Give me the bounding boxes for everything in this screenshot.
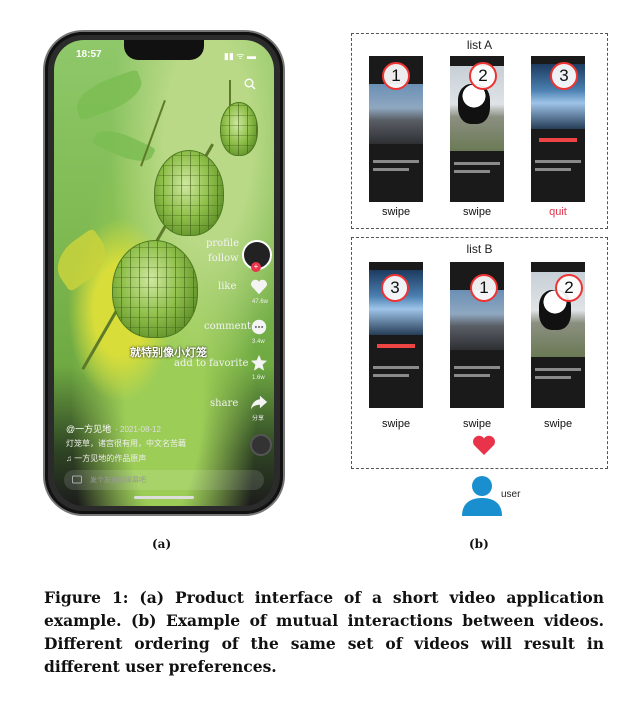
heart-icon[interactable] (250, 278, 268, 296)
share-label: share (210, 398, 239, 409)
text-line (454, 170, 490, 173)
action-label: swipe (381, 418, 411, 430)
video-description: 灯笼草，诸宫很有用，中文名苦蘵 (66, 439, 186, 448)
motorcycle-image (369, 84, 423, 144)
text-line (535, 376, 571, 379)
status-icons: ▮▮ ᯤ ▬ (223, 51, 256, 61)
music-line[interactable]: ♫ 一方见地的作品原声 (66, 453, 146, 464)
video-number: 1 (470, 274, 498, 302)
profile-label: profile (206, 238, 239, 249)
star-icon[interactable] (250, 354, 268, 372)
video-thumbnail[interactable]: 2 (531, 262, 585, 408)
share-count: 分享 (252, 416, 265, 422)
leaf (54, 227, 116, 293)
list-a-title: list A (466, 38, 493, 52)
text-line (454, 374, 490, 377)
phone-mockup: 18:57 ▮▮ ᯤ ▬ profile follow + like 47.6w… (45, 32, 283, 514)
figure-caption: Figure 1: (a) Product interface of a sho… (44, 588, 604, 676)
text-line (535, 368, 581, 371)
title-bar (539, 138, 577, 142)
video-thumbnail[interactable]: 1 (369, 56, 423, 202)
video-thumbnail[interactable]: 3 (531, 56, 585, 202)
video-thumbnail[interactable]: 3 (369, 262, 423, 408)
home-indicator (134, 496, 194, 499)
danmaku-icon (72, 475, 82, 484)
comment-count: 3.4w (252, 339, 265, 345)
comment-placeholder: 发个友善的弹幕吧 (90, 477, 146, 484)
text-line (373, 160, 419, 163)
action-label: swipe (543, 418, 573, 430)
panel-label-b: (b) (469, 537, 489, 551)
video-thumbnail[interactable]: 2 (450, 56, 504, 202)
action-label: swipe (462, 418, 492, 430)
panda (458, 84, 490, 124)
title-bar (377, 344, 415, 348)
share-icon[interactable] (250, 393, 268, 411)
lantern-fruit (112, 240, 198, 338)
comment-icon[interactable] (250, 318, 268, 336)
user-label: user (501, 489, 521, 500)
video-subtitle: 就特别像小灯笼 (130, 347, 207, 359)
text-line (454, 162, 500, 165)
phone-screen: 18:57 ▮▮ ᯤ ▬ profile follow + like 47.6w… (54, 40, 274, 506)
video-number: 3 (550, 62, 578, 90)
video-number: 3 (381, 274, 409, 302)
video-number: 2 (469, 62, 497, 90)
text-line (373, 374, 409, 377)
phone-notch (124, 40, 204, 60)
video-number: 2 (555, 274, 583, 302)
text-line (373, 168, 409, 171)
poster-name[interactable]: @一方见地 (66, 424, 111, 434)
text-line (373, 366, 419, 369)
action-label: swipe (381, 206, 411, 218)
poster-line[interactable]: @一方见地 · 2021-08-12 (66, 422, 161, 435)
video-number: 1 (382, 62, 410, 90)
lantern-fruit (154, 150, 224, 236)
action-label: quit (549, 206, 567, 218)
video-thumbnail[interactable]: 1 (450, 262, 504, 408)
user-icon (462, 476, 502, 516)
panel-label-a: (a) (152, 537, 172, 551)
list-b-title: list B (466, 242, 493, 256)
leaf (70, 68, 148, 122)
comment-input[interactable]: 发个友善的弹幕吧 (64, 470, 264, 490)
post-date: · 2021-08-12 (115, 425, 161, 434)
lantern-fruit (220, 102, 258, 156)
follow-label: follow (208, 253, 239, 264)
music-disc-icon[interactable] (250, 434, 272, 456)
follow-plus-icon[interactable]: + (251, 262, 261, 272)
action-label: swipe (462, 206, 492, 218)
like-label: like (218, 281, 237, 292)
text-line (535, 160, 581, 163)
plant-stem (140, 100, 166, 167)
heart-icon (473, 435, 495, 455)
status-time: 18:57 (76, 49, 102, 60)
comment-label: comment (204, 321, 251, 332)
search-icon[interactable] (244, 78, 256, 90)
text-line (535, 168, 571, 171)
like-count: 47.6w (252, 299, 269, 305)
favorite-count: 1.6w (252, 375, 265, 381)
text-line (454, 366, 500, 369)
